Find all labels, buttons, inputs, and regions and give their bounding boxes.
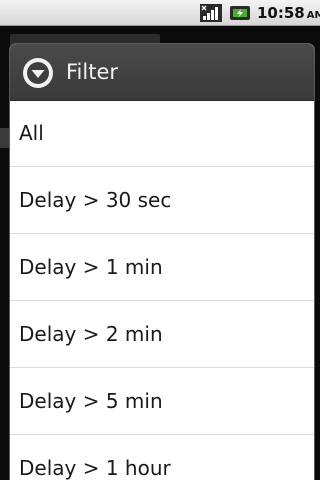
filter-option-delay-2-min[interactable]: Delay > 2 min — [10, 301, 314, 368]
clock-time: 10:58 — [257, 4, 305, 22]
dialog-title: Filter — [66, 60, 119, 84]
filter-option-label: Delay > 30 sec — [19, 188, 172, 212]
status-bar: 10:58 AM — [0, 0, 320, 26]
filter-dialog: Filter All Delay > 30 sec Delay > 1 min … — [10, 44, 314, 480]
filter-option-delay-1-min[interactable]: Delay > 1 min — [10, 234, 314, 301]
battery-icon — [230, 6, 250, 20]
filter-option-all[interactable]: All — [10, 100, 314, 167]
filter-option-delay-1-hour[interactable]: Delay > 1 hour — [10, 435, 314, 480]
filter-option-delay-5-min[interactable]: Delay > 5 min — [10, 368, 314, 435]
dropdown-circle-icon — [23, 58, 53, 88]
status-clock: 10:58 AM — [257, 4, 320, 25]
filter-option-label: Delay > 2 min — [19, 322, 163, 346]
dialog-header: Filter — [10, 44, 314, 101]
filter-option-label: All — [19, 121, 44, 145]
filter-options-list: All Delay > 30 sec Delay > 1 min Delay >… — [10, 100, 314, 480]
filter-option-label: Delay > 5 min — [19, 389, 163, 413]
filter-option-label: Delay > 1 min — [19, 255, 163, 279]
filter-option-label: Delay > 1 hour — [19, 456, 171, 480]
clock-ampm: AM — [306, 10, 320, 21]
filter-option-delay-30-sec[interactable]: Delay > 30 sec — [10, 167, 314, 234]
signal-icon — [200, 4, 222, 22]
